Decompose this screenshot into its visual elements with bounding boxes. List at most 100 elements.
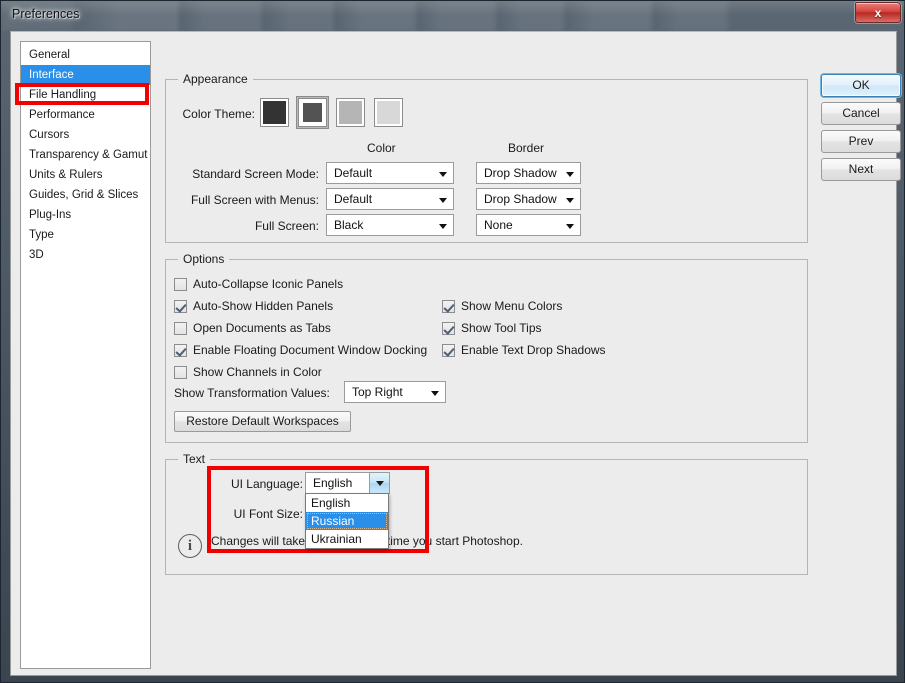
full-screen-border-combo[interactable]: None [476, 214, 581, 236]
checkbox-checked-icon [442, 322, 455, 335]
sidebar-item-label: Type [29, 229, 54, 241]
ok-button[interactable]: OK [821, 74, 901, 97]
chevron-down-icon [566, 172, 574, 177]
sidebar-item-label: Interface [29, 69, 74, 81]
sidebar-item-units-rulers[interactable]: Units & Rulers [21, 165, 150, 185]
category-sidebar[interactable]: General Interface File Handling Performance… [20, 41, 151, 669]
color-theme-swatch-fill [263, 101, 286, 124]
next-button[interactable]: Next [821, 158, 901, 181]
sidebar-item-guides-grid-slices[interactable]: Guides, Grid & Slices [21, 185, 150, 205]
color-column-header: Color [367, 141, 396, 155]
checkbox-label: Show Menu Colors [461, 299, 563, 313]
info-icon-glyph: i [187, 537, 193, 554]
checkbox-checked-icon [174, 300, 187, 313]
close-button[interactable]: x [855, 2, 901, 23]
sidebar-item-label: Units & Rulers [29, 169, 103, 181]
ui-language-option-english[interactable]: English [306, 494, 388, 512]
chevron-down-icon [431, 391, 439, 396]
sidebar-item-label: Performance [29, 109, 95, 121]
chevron-down-icon [566, 224, 574, 229]
transformation-values-value: Top Right [352, 385, 403, 399]
standard-screen-mode-label: Standard Screen Mode: [192, 167, 319, 181]
checkbox-checked-icon [442, 344, 455, 357]
checkbox-checked-icon [174, 344, 187, 357]
checkbox-label: Open Documents as Tabs [193, 321, 331, 335]
full-screen-with-menus-color-value: Default [334, 192, 373, 206]
full-screen-with-menus-border-value: Drop Shadow [484, 192, 557, 206]
ui-language-combo[interactable]: English [305, 472, 390, 494]
checkbox-label: Show Tool Tips [461, 321, 542, 335]
checkbox-label: Enable Floating Document Window Docking [193, 343, 428, 357]
full-screen-with-menus-color-combo[interactable]: Default [326, 188, 454, 210]
full-screen-with-menus-border-combo[interactable]: Drop Shadow [476, 188, 581, 210]
sidebar-item-label: Transparency & Gamut [29, 149, 148, 161]
sidebar-item-transparency-gamut[interactable]: Transparency & Gamut [21, 145, 150, 165]
dialog-body: General Interface File Handling Performance… [10, 31, 901, 676]
sidebar-item-cursors[interactable]: Cursors [21, 125, 150, 145]
color-theme-label: Color Theme: [182, 107, 255, 121]
ui-language-value: English [313, 476, 353, 490]
ui-language-option-russian[interactable]: Russian [306, 512, 388, 530]
checkbox-label: Enable Text Drop Shadows [461, 343, 606, 357]
sidebar-item-label: File Handling [29, 89, 97, 101]
checkbox-unchecked-icon [174, 278, 187, 291]
info-icon: i [178, 534, 202, 558]
close-icon: x [874, 5, 882, 20]
full-screen-color-combo[interactable]: Black [326, 214, 454, 236]
full-screen-with-menus-label: Full Screen with Menus: [190, 193, 319, 207]
sidebar-item-label: Plug-Ins [29, 209, 72, 221]
chevron-down-icon [439, 224, 447, 229]
full-screen-color-value: Black [334, 218, 364, 232]
window-title: Preferences [12, 7, 80, 21]
chevron-down-icon [566, 198, 574, 203]
transformation-values-label: Show Transformation Values: [174, 386, 330, 400]
color-theme-swatch-fill [339, 101, 362, 124]
standard-screen-mode-color-combo[interactable]: Default [326, 162, 454, 184]
ui-language-label: UI Language: [230, 477, 303, 491]
ui-font-size-label: UI Font Size: [233, 507, 303, 521]
chevron-down-icon [439, 198, 447, 203]
restore-default-workspaces-button[interactable]: Restore Default Workspaces [174, 411, 351, 432]
sidebar-item-plug-ins[interactable]: Plug-Ins [21, 205, 150, 225]
sidebar-item-performance[interactable]: Performance [21, 105, 150, 125]
sidebar-item-label: 3D [29, 249, 44, 261]
color-theme-swatch-1[interactable] [260, 98, 289, 127]
border-column-header: Border [508, 141, 545, 155]
full-screen-border-value: None [484, 218, 513, 232]
cancel-button[interactable]: Cancel [821, 102, 901, 125]
sidebar-item-label: General [29, 49, 70, 61]
text-group-title: Text [178, 452, 211, 466]
checkbox-checked-icon [442, 300, 455, 313]
options-group-title: Options [178, 252, 230, 266]
prev-button[interactable]: Prev [821, 130, 901, 153]
checkbox-label: Show Channels in Color [193, 365, 322, 379]
preferences-window: Preferences x General Interface File Handl… [0, 0, 905, 683]
chevron-down-icon [376, 481, 384, 486]
checkbox-label: Auto-Collapse Iconic Panels [193, 277, 344, 291]
sidebar-item-label: Cursors [29, 129, 70, 141]
ui-language-dropdown-list[interactable]: English Russian Ukrainian [305, 493, 389, 549]
checkbox-unchecked-icon [174, 322, 187, 335]
chevron-down-icon [439, 172, 447, 177]
sidebar-item-file-handling[interactable]: File Handling [21, 85, 150, 105]
category-list: General Interface File Handling Performance… [21, 42, 150, 265]
checkbox-label: Auto-Show Hidden Panels [193, 299, 334, 313]
color-theme-swatch-3[interactable] [336, 98, 365, 127]
transformation-values-combo[interactable]: Top Right [344, 381, 446, 403]
standard-screen-mode-border-combo[interactable]: Drop Shadow [476, 162, 581, 184]
appearance-group-title: Appearance [178, 72, 253, 86]
color-theme-swatch-fill [303, 103, 322, 122]
title-bar[interactable]: Preferences x [1, 1, 905, 31]
aero-glass-sheen [1, 1, 905, 15]
full-screen-label: Full Screen: [254, 219, 319, 233]
color-theme-swatch-4[interactable] [374, 98, 403, 127]
color-theme-swatch-2[interactable] [298, 98, 327, 127]
color-theme-swatch-fill [377, 101, 400, 124]
sidebar-item-type[interactable]: Type [21, 225, 150, 245]
sidebar-item-3d[interactable]: 3D [21, 245, 150, 265]
sidebar-item-interface[interactable]: Interface [21, 65, 150, 85]
checkbox-unchecked-icon [174, 366, 187, 379]
sidebar-item-general[interactable]: General [21, 45, 150, 65]
standard-screen-mode-border-value: Drop Shadow [484, 166, 557, 180]
ui-language-option-ukrainian[interactable]: Ukrainian [306, 530, 388, 548]
